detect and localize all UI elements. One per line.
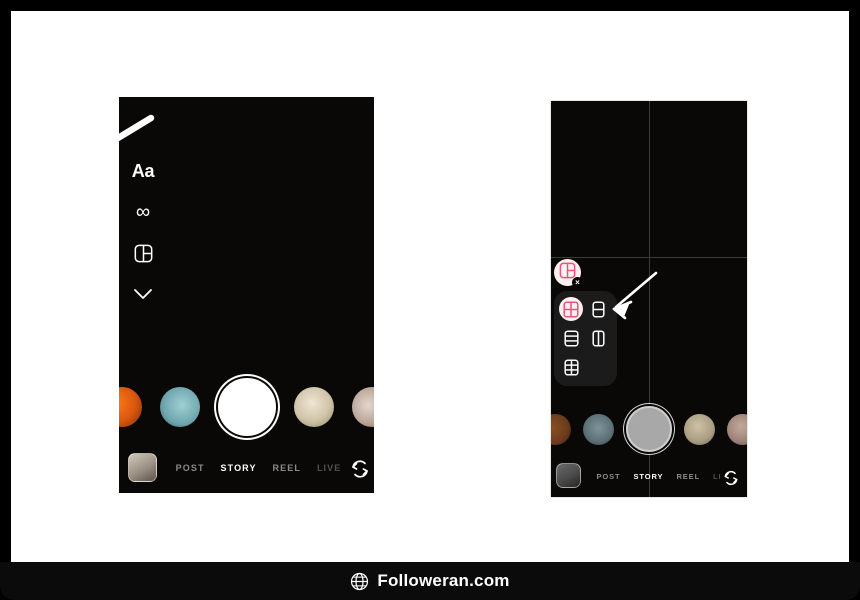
- mode-tabs: POST STORY REEL LIVE: [176, 463, 342, 473]
- story-thumb-3[interactable]: [684, 413, 715, 445]
- mode-tab-story[interactable]: STORY: [634, 472, 664, 481]
- left-phone-screenshot: Aa ∞ POST STORY REEL LIVE: [119, 97, 374, 493]
- story-thumb-1[interactable]: [119, 387, 142, 427]
- layout-option-2x2-grid[interactable]: [559, 297, 583, 321]
- gallery-thumbnail[interactable]: [128, 453, 157, 482]
- mode-tab-reel[interactable]: REEL: [273, 463, 301, 473]
- watermark: Followeran.com: [0, 562, 860, 600]
- close-icon[interactable]: ×: [572, 277, 583, 288]
- mode-tab-reel[interactable]: REEL: [676, 472, 700, 481]
- mode-tab-post[interactable]: POST: [596, 472, 620, 481]
- mode-tab-live[interactable]: LIVE: [317, 463, 341, 473]
- layout-option-2-columns[interactable]: [586, 326, 610, 350]
- chevron-down-icon: [133, 288, 153, 301]
- watermark-text: Followeran.com: [377, 571, 510, 590]
- mode-tab-story[interactable]: STORY: [221, 463, 257, 473]
- layout-option-3x2-grid[interactable]: [559, 355, 583, 379]
- right-phone-screenshot: × POST STORY REEL LI: [550, 100, 748, 498]
- layout-options-panel: [554, 291, 617, 386]
- layout-toggle-button[interactable]: ×: [554, 259, 583, 288]
- story-thumb-1[interactable]: [551, 413, 571, 445]
- story-tool-rail: Aa ∞: [131, 159, 155, 306]
- grid-divider-horizontal: [551, 257, 747, 259]
- shutter-button[interactable]: [217, 378, 276, 436]
- shutter-button[interactable]: [626, 406, 672, 452]
- text-tool-button[interactable]: Aa: [131, 159, 155, 183]
- text-aa-icon: Aa: [131, 161, 155, 181]
- camera-mode-bar: POST STORY REEL LIVE: [119, 453, 374, 483]
- story-thumb-2[interactable]: [159, 387, 200, 427]
- infinity-icon: ∞: [135, 201, 151, 223]
- columns-2-icon: [591, 329, 605, 347]
- camera-mode-bar: POST STORY REEL LI: [551, 463, 747, 489]
- boomerang-tool-button[interactable]: ∞: [131, 200, 155, 224]
- mode-tab-post[interactable]: POST: [176, 463, 205, 473]
- layout-tool-button[interactable]: [131, 241, 155, 265]
- rows-3-icon: [563, 329, 579, 347]
- layout-option-2-rows[interactable]: [586, 297, 610, 321]
- grid-2x2-icon: [563, 300, 579, 318]
- rows-2-icon: [591, 300, 605, 318]
- flip-camera-button[interactable]: [722, 469, 740, 487]
- flip-camera-icon: [722, 469, 740, 487]
- story-effects-carousel[interactable]: [119, 378, 374, 436]
- gallery-thumbnail[interactable]: [556, 463, 581, 488]
- story-thumb-4[interactable]: [351, 387, 374, 427]
- layout-option-3-rows[interactable]: [559, 326, 583, 350]
- grid-3x2-icon: [563, 358, 579, 376]
- laptop-frame: Aa ∞ POST STORY REEL LIVE × POST STORY R…: [0, 0, 860, 600]
- story-effects-carousel[interactable]: [551, 406, 747, 452]
- globe-icon: [350, 572, 369, 591]
- layout-grid-icon: [134, 244, 153, 263]
- story-thumb-2[interactable]: [583, 413, 614, 445]
- story-thumb-4[interactable]: [727, 413, 747, 445]
- mode-tab-live[interactable]: LI: [713, 472, 721, 481]
- more-tools-button[interactable]: [131, 282, 155, 306]
- story-thumb-3[interactable]: [293, 387, 334, 427]
- flip-camera-button[interactable]: [349, 458, 371, 480]
- flip-camera-icon: [349, 458, 371, 480]
- mode-tabs: POST STORY REEL LI: [596, 472, 721, 481]
- white-canvas: Aa ∞ POST STORY REEL LIVE × POST STORY R…: [11, 11, 849, 562]
